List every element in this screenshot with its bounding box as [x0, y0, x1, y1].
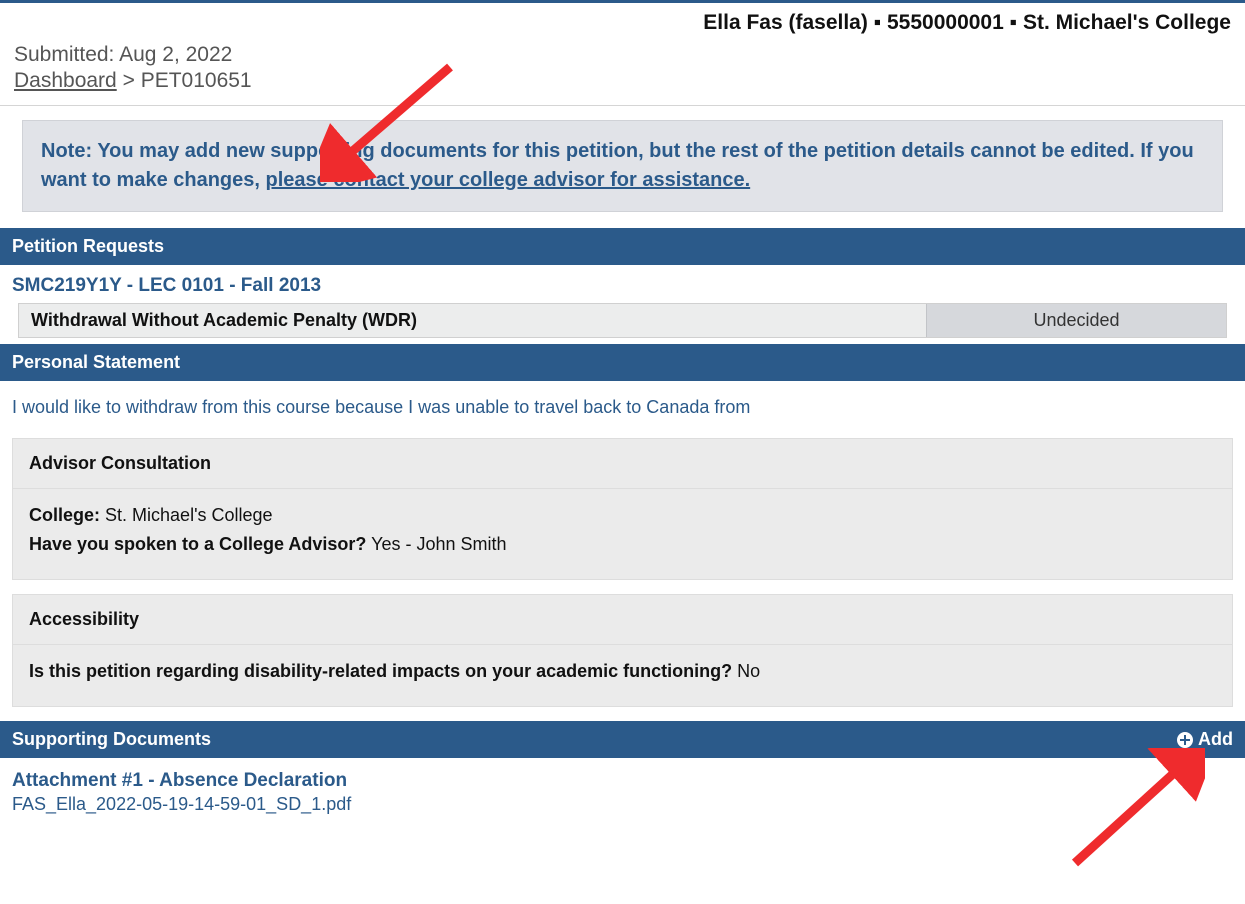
section-personal-statement-header: Personal Statement [0, 344, 1245, 381]
student-id: 5550000001 [887, 11, 1004, 34]
separator: ▪ [1010, 11, 1017, 34]
accessibility-block: Accessibility Is this petition regarding… [12, 594, 1233, 707]
breadcrumb-separator: > [123, 69, 135, 92]
breadcrumb-dashboard-link[interactable]: Dashboard [14, 69, 117, 92]
advisor-college-line: College: St. Michael's College [29, 505, 1216, 526]
section-title: Petition Requests [12, 236, 164, 257]
advisor-consultation-block: Advisor Consultation College: St. Michae… [12, 438, 1233, 580]
accessibility-title: Accessibility [13, 595, 1232, 645]
breadcrumb-current: PET010651 [141, 69, 252, 92]
advisor-spoken-label: Have you spoken to a College Advisor? [29, 534, 366, 554]
personal-statement-text: I would like to withdraw from this cours… [0, 381, 1245, 438]
submitted-line: Submitted: Aug 2, 2022 [0, 35, 1245, 67]
petition-request-status: Undecided [926, 304, 1226, 337]
advisor-college-value: St. Michael's College [105, 505, 273, 525]
section-title: Personal Statement [12, 352, 180, 373]
contact-advisor-link[interactable]: please contact your college advisor for … [266, 169, 751, 191]
section-title: Supporting Documents [12, 729, 211, 750]
accessibility-question-value: No [737, 661, 760, 681]
accessibility-question-label: Is this petition regarding disability-re… [29, 661, 732, 681]
add-label: Add [1198, 729, 1233, 750]
attachment-title[interactable]: Attachment #1 - Absence Declaration [0, 758, 1245, 792]
petition-request-row: Withdrawal Without Academic Penalty (WDR… [18, 303, 1227, 338]
user-name: Ella Fas (fasella) [703, 11, 868, 34]
breadcrumb: Dashboard > PET010651 [0, 67, 1245, 106]
advisor-spoken-value: Yes - John Smith [371, 534, 506, 554]
advisor-spoken-line: Have you spoken to a College Advisor? Ye… [29, 534, 1216, 555]
attachment-filename[interactable]: FAS_Ella_2022-05-19-14-59-01_SD_1.pdf [0, 792, 1245, 831]
add-document-button[interactable]: Add [1176, 729, 1233, 750]
section-petition-requests-header: Petition Requests [0, 228, 1245, 265]
accessibility-question-line: Is this petition regarding disability-re… [29, 661, 1216, 682]
plus-circle-icon [1176, 731, 1194, 749]
section-supporting-documents-header: Supporting Documents Add [0, 721, 1245, 758]
note-line1: You may add new supporting documents for… [97, 140, 1134, 162]
advisor-college-label: College: [29, 505, 100, 525]
advisor-consultation-title: Advisor Consultation [13, 439, 1232, 489]
note-box: Note: You may add new supporting documen… [22, 120, 1223, 212]
course-title: SMC219Y1Y - LEC 0101 - Fall 2013 [0, 265, 1245, 303]
submitted-date: Aug 2, 2022 [119, 43, 232, 66]
college-name: St. Michael's College [1023, 11, 1231, 34]
note-prefix: Note: [41, 140, 92, 162]
submitted-label: Submitted: [14, 43, 114, 66]
separator: ▪ [874, 11, 881, 34]
user-info-bar: Ella Fas (fasella) ▪ 5550000001 ▪ St. Mi… [0, 3, 1245, 35]
petition-request-name: Withdrawal Without Academic Penalty (WDR… [19, 304, 926, 337]
